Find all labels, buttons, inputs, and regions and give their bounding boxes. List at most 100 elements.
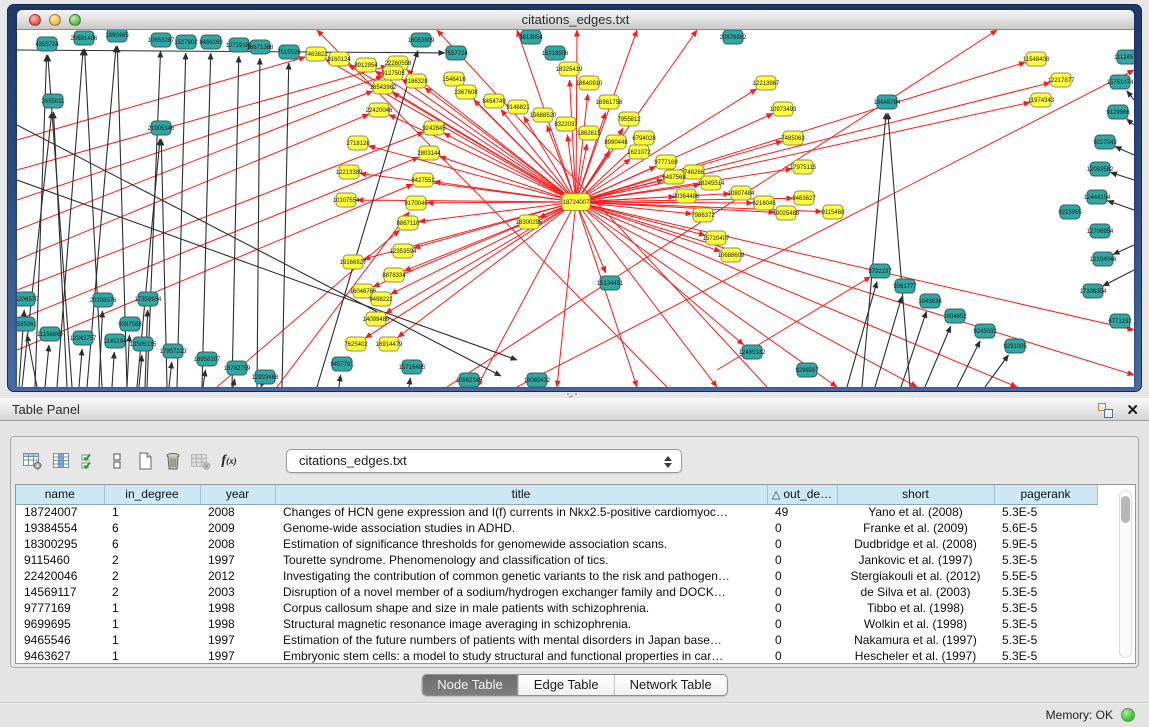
graph-node[interactable]: 9291005 [1003, 339, 1027, 353]
table-row[interactable]: 946362711997Embryonic stem cells: a mode… [16, 648, 1097, 664]
table-cell[interactable]: 49 [767, 504, 837, 520]
graph-node[interactable]: 13505135 [130, 337, 157, 351]
graph-node[interactable]: 1604652 [943, 309, 967, 323]
graph-edge[interactable] [576, 202, 1017, 387]
graph-edge[interactable] [1127, 119, 1134, 125]
graph-node[interactable]: 7625402 [344, 337, 368, 351]
graph-node[interactable]: 19166827 [340, 255, 367, 269]
table-cell[interactable]: 1997 [200, 552, 275, 568]
graph-node[interactable]: 9242845 [422, 121, 446, 135]
table-cell[interactable]: 5.9E-5 [994, 536, 1097, 552]
table-cell[interactable]: Investigating the contribution of common… [275, 568, 767, 584]
tab-node-table[interactable]: Node Table [422, 675, 518, 695]
graph-edge[interactable] [1127, 91, 1134, 100]
graph-node[interactable]: 10025488 [773, 206, 800, 220]
graph-node[interactable]: 7485063 [781, 131, 805, 145]
graph-node[interactable]: 7986372 [691, 208, 715, 222]
graph-node[interactable]: 9457791 [330, 357, 354, 371]
graph-node[interactable]: 12353594 [390, 244, 417, 258]
column-header-in_degree[interactable]: in_degree [104, 485, 200, 504]
graph-node[interactable]: 9160124 [327, 52, 351, 66]
table-cell[interactable]: 5.3E-5 [994, 600, 1097, 616]
table-cell[interactable]: de Silva et al. (2003) [837, 584, 994, 600]
network-window-titlebar[interactable]: citations_edges.txt [17, 10, 1134, 30]
graph-node[interactable]: 7557224 [444, 46, 468, 60]
graph-edge[interactable] [875, 297, 902, 387]
table-cell[interactable]: Dudbridge et al. (2008) [837, 536, 994, 552]
graph-node[interactable]: 9298567 [795, 363, 819, 377]
table-cell[interactable]: Jankovic et al. (1997) [837, 552, 994, 568]
table-cell[interactable]: 5.3E-5 [994, 648, 1097, 664]
graph-node[interactable]: 2367608 [454, 85, 478, 99]
table-cell[interactable]: 2 [104, 552, 200, 568]
graph-edge[interactable] [570, 80, 576, 202]
graph-node[interactable]: 16782759 [224, 361, 251, 375]
graph-node[interactable]: 6216045 [752, 196, 776, 210]
graph-edge[interactable] [1115, 146, 1134, 155]
graph-node[interactable]: 9127508 [381, 66, 405, 80]
graph-node[interactable]: 9115460 [822, 205, 846, 219]
graph-edge[interactable] [1110, 172, 1134, 180]
graph-edge[interactable] [1107, 201, 1134, 210]
graph-edge[interactable] [79, 349, 82, 387]
graph-node[interactable]: 16671368 [247, 40, 274, 54]
graph-node[interactable]: 15134451 [597, 276, 624, 290]
table-scrollbar[interactable] [1119, 490, 1132, 658]
graph-node[interactable]: 20691406 [71, 31, 98, 45]
graph-node[interactable]: 2718126 [346, 136, 370, 150]
table-row[interactable]: 1872400712008Changes of HCN gene express… [16, 504, 1097, 520]
graph-node[interactable]: 10807484 [728, 186, 755, 200]
graph-node[interactable]: 12342757 [70, 331, 97, 345]
graph-node[interactable]: 7955812 [617, 112, 641, 126]
graph-node[interactable]: 11156869 [37, 327, 63, 341]
graph-node[interactable]: 6497568 [662, 170, 686, 184]
graph-node[interactable]: 10982345 [456, 373, 483, 387]
column-header-pagerank[interactable]: pagerank [994, 485, 1097, 504]
table-cell[interactable]: 9115460 [16, 552, 104, 568]
table-cell[interactable]: Structural magnetic resonance image aver… [275, 616, 767, 632]
table-row[interactable]: 1830029562008Estimation of significance … [16, 536, 1097, 552]
table-cell[interactable]: Tourette syndrome. Phenomenology and cla… [275, 552, 767, 568]
graph-node[interactable]: 1049636 [918, 294, 942, 308]
graph-node[interactable]: 9397588 [118, 317, 142, 331]
graph-node[interactable]: 7463822 [304, 47, 328, 61]
graph-node[interactable]: 17975115 [790, 160, 817, 174]
table-cell[interactable]: 0 [767, 616, 837, 632]
graph-node[interactable]: 16914479 [376, 337, 403, 351]
graph-node[interactable]: 1145194 [104, 334, 128, 348]
merge-rows-button[interactable] [103, 448, 131, 474]
table-cell[interactable]: 0 [767, 568, 837, 584]
graph-node[interactable]: 11124571 [1114, 50, 1134, 64]
graph-edge[interactable] [203, 370, 205, 387]
table-row[interactable]: 911546021997Tourette syndrome. Phenomeno… [16, 552, 1097, 568]
graph-node[interactable]: 1621072 [627, 145, 651, 159]
table-cell[interactable]: Estimation of the future numbers of pati… [275, 632, 767, 648]
graph-edge[interactable] [862, 113, 886, 387]
graph-node[interactable]: 12213967 [753, 76, 780, 90]
graph-node[interactable]: 15688520 [530, 108, 557, 122]
table-cell[interactable]: 9463627 [16, 648, 104, 664]
graph-node[interactable]: 10973493 [770, 102, 797, 116]
table-cell[interactable]: Yano et al. (2008) [837, 504, 994, 520]
table-cell[interactable]: 19384554 [16, 520, 104, 536]
graph-node[interactable]: 18065432 [524, 373, 551, 387]
graph-edge[interactable] [847, 282, 877, 387]
graph-node[interactable]: 20206576 [90, 293, 117, 307]
graph-node[interactable]: 6794028 [632, 131, 656, 145]
table-row[interactable]: 969969511998Structural magnetic resonanc… [16, 616, 1097, 632]
table-cell[interactable]: Embryonic stem cells: a model to study s… [275, 648, 767, 664]
graph-edge[interactable] [317, 30, 667, 387]
graph-node[interactable]: 6771292 [1108, 314, 1132, 328]
column-header-year[interactable]: year [200, 485, 275, 504]
graph-edge[interactable] [957, 341, 980, 387]
table-cell[interactable]: 6 [104, 536, 200, 552]
graph-node[interactable]: 8912954 [354, 58, 378, 72]
graph-edge[interactable] [357, 200, 576, 202]
table-row[interactable]: 2242004622012Investigating the contribut… [16, 568, 1097, 584]
graph-node[interactable]: 2655011 [42, 94, 66, 108]
graph-node[interactable]: 17359934 [135, 292, 162, 306]
table-cell[interactable]: 2012 [200, 568, 275, 584]
table-cell[interactable]: Stergiakouli et al. (2012) [837, 568, 994, 584]
new-document-button[interactable] [131, 448, 159, 474]
table-cell[interactable]: 6 [104, 520, 200, 536]
